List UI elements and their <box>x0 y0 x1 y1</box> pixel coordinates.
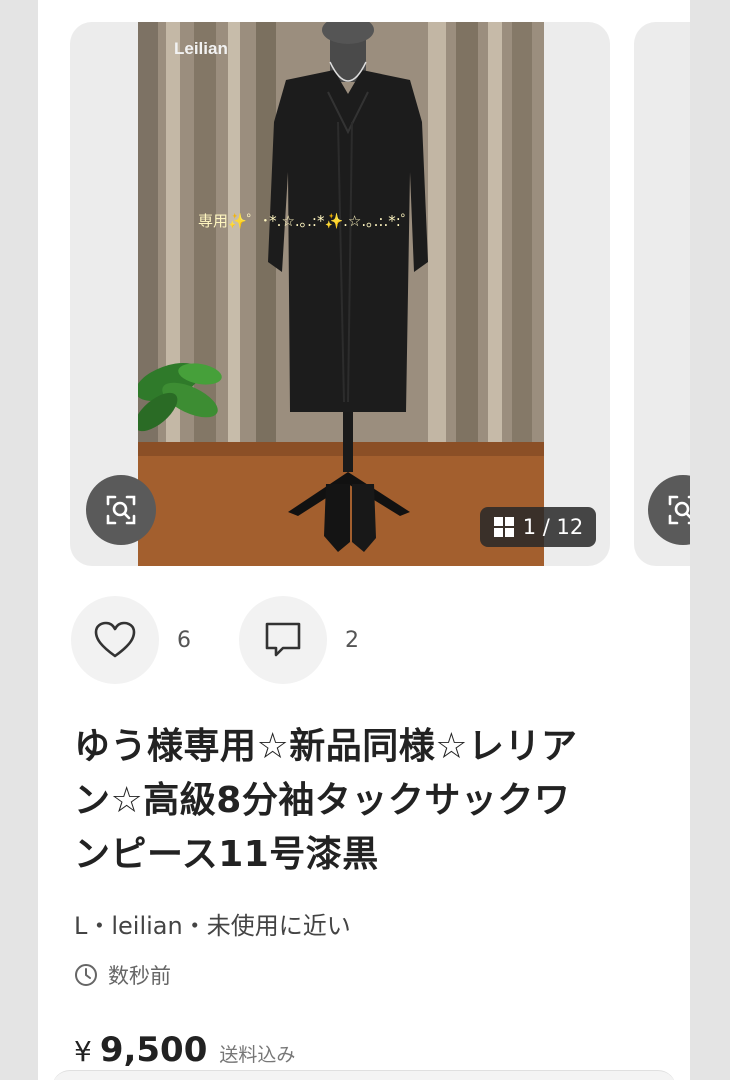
clock-icon <box>75 964 97 986</box>
image-search-button[interactable] <box>86 475 156 545</box>
item-title-line: ゆう様専用☆新品同様☆レリア <box>74 726 578 767</box>
item-title-line: ン☆高級8分袖タックサックワ <box>74 780 571 821</box>
bottom-sheet-edge <box>52 1070 676 1080</box>
price-row: ¥ 9,500 送料込み <box>74 1030 295 1070</box>
product-photo[interactable]: Leilian 専用✨゜･*.☆.｡.:*✨.☆.｡.:.*:゜ <box>138 22 544 566</box>
grid-icon <box>493 517 514 537</box>
posted-time-text: 数秒前 <box>108 964 171 988</box>
comment-icon <box>265 622 301 657</box>
item-meta: L・leilian・未使用に近い <box>74 912 351 940</box>
next-image-search-button[interactable] <box>648 475 690 545</box>
photo-overlay-caption: 専用✨゜･*.☆.｡.:*✨.☆.｡.:.*:゜ <box>198 212 416 230</box>
comment-button[interactable] <box>239 596 327 684</box>
like-count: 6 <box>177 627 191 653</box>
main-image-slide[interactable]: Leilian 専用✨゜･*.☆.｡.:*✨.☆.｡.:.*:゜ 1 / 12 <box>70 22 610 566</box>
heart-icon <box>94 621 136 658</box>
like-button[interactable] <box>71 596 159 684</box>
price-value: 9,500 <box>99 1030 208 1070</box>
reaction-bar: 6 2 <box>71 596 407 684</box>
image-search-icon <box>106 495 136 525</box>
image-carousel[interactable]: Leilian 専用✨゜･*.☆.｡.:*✨.☆.｡.:.*:゜ 1 / 12 <box>70 22 690 566</box>
item-card-screen: Leilian 専用✨゜･*.☆.｡.:*✨.☆.｡.:.*:゜ 1 / 12 … <box>38 0 690 1080</box>
comment-count: 2 <box>345 627 359 653</box>
photo-watermark: Leilian <box>174 39 228 58</box>
item-title[interactable]: ゆう様専用☆新品同様☆レリア ン☆高級8分袖タックサックワ ンピース11号漆黒 <box>74 720 674 882</box>
shipping-label: 送料込み <box>219 1044 296 1066</box>
posted-time: 数秒前 <box>74 960 171 990</box>
item-title-line: ンピース11号漆黒 <box>74 834 379 875</box>
image-search-icon <box>668 495 690 525</box>
image-counter-text: 1 / 12 <box>522 515 584 539</box>
currency-symbol: ¥ <box>74 1035 92 1068</box>
next-image-slide[interactable] <box>634 22 690 566</box>
image-counter: 1 / 12 <box>480 507 596 547</box>
